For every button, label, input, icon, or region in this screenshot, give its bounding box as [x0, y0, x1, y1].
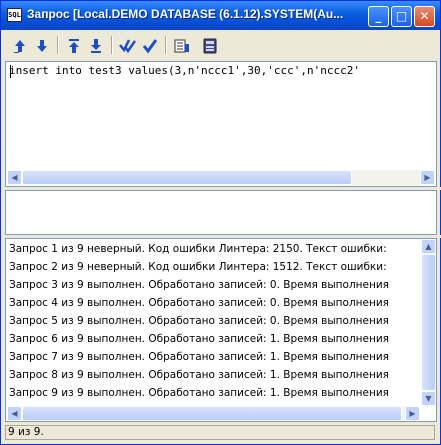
last-query-button[interactable] — [85, 35, 107, 56]
log-line: Запрос 5 из 9 выполнен. Обработано запис… — [9, 315, 389, 327]
sql-editor[interactable]: insert into test3 values(3,n'nccc1',30,'… — [5, 61, 437, 187]
database-icon — [203, 38, 217, 53]
status-bar: 9 из 9. — [3, 424, 438, 442]
toolbar-separator — [111, 36, 113, 54]
close-button[interactable]: ✕ — [414, 6, 435, 27]
next-query-button[interactable] — [31, 35, 53, 56]
arrow-down-icon — [37, 39, 47, 52]
scroll-thumb[interactable] — [421, 254, 436, 391]
query-window: SQL Запрос [Local.DEMO DATABASE (6.1.12)… — [0, 0, 441, 445]
log-line: Запрос 8 из 9 выполнен. Обработано запис… — [9, 369, 389, 381]
execute-all-button[interactable] — [117, 35, 139, 56]
toolbar — [5, 33, 437, 59]
toolbar-separator — [165, 36, 167, 54]
explain-plan-button[interactable] — [171, 35, 193, 56]
execute-button[interactable] — [139, 35, 161, 56]
editor-horizontal-scrollbar[interactable]: ◀ ▶ — [7, 170, 435, 185]
log-line: Запрос 4 из 9 выполнен. Обработано запис… — [9, 297, 389, 309]
scroll-right-button[interactable]: ▶ — [405, 406, 420, 421]
log-line: Запрос 9 из 9 выполнен. Обработано запис… — [9, 387, 389, 399]
minimize-button[interactable]: _ — [368, 6, 389, 27]
app-icon[interactable]: SQL — [7, 8, 22, 22]
log-vertical-scrollbar[interactable]: ▲ ▼ — [421, 239, 436, 406]
scroll-up-button[interactable]: ▲ — [421, 239, 436, 254]
window-title: Запрос [Local.DEMO DATABASE (6.1.12).SYS… — [27, 7, 344, 21]
results-panel[interactable] — [5, 190, 437, 235]
explain-plan-icon — [174, 39, 189, 52]
log-line: Запрос 2 из 9 неверный. Код ошибки Линте… — [9, 261, 387, 273]
message-log[interactable]: Запрос 1 из 9 неверный. Код ошибки Линте… — [5, 238, 437, 422]
sql-editor-text[interactable]: insert into test3 values(3,n'nccc1',30,'… — [9, 64, 360, 77]
scroll-left-button[interactable]: ◀ — [7, 406, 22, 421]
toolbar-separator — [57, 36, 59, 54]
log-line: Запрос 7 из 9 выполнен. Обработано запис… — [9, 351, 389, 363]
log-line: Запрос 1 из 9 неверный. Код ошибки Линте… — [9, 243, 387, 255]
database-button[interactable] — [199, 35, 221, 56]
maximize-button[interactable]: □ — [391, 6, 412, 27]
status-text: 9 из 9. — [5, 425, 435, 440]
arrow-up-icon — [14, 39, 25, 53]
check-icon — [142, 38, 158, 53]
log-horizontal-scrollbar[interactable]: ◀ ▶ — [7, 406, 420, 421]
title-bar[interactable]: SQL Запрос [Local.DEMO DATABASE (6.1.12)… — [1, 1, 440, 30]
log-line: Запрос 6 из 9 выполнен. Обработано запис… — [9, 333, 389, 345]
scroll-thumb[interactable] — [22, 406, 402, 421]
scroll-down-button[interactable]: ▼ — [421, 391, 436, 406]
scroll-thumb[interactable] — [22, 170, 352, 185]
scroll-left-button[interactable]: ◀ — [7, 170, 22, 185]
arrow-down-last-icon — [91, 38, 101, 53]
prev-query-button[interactable] — [9, 35, 31, 56]
scroll-right-button[interactable]: ▶ — [420, 170, 435, 185]
execute-check-icon — [119, 38, 137, 53]
arrow-up-first-icon — [69, 38, 79, 53]
log-line: Запрос 3 из 9 выполнен. Обработано запис… — [9, 279, 389, 291]
first-query-button[interactable] — [63, 35, 85, 56]
